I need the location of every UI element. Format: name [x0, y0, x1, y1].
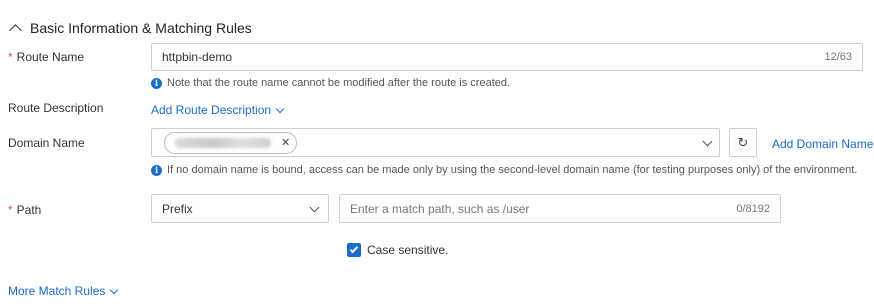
- chevron-down-icon[interactable]: [702, 136, 713, 146]
- chevron-up-icon: [9, 23, 22, 37]
- route-description-label: Route Description: [8, 101, 104, 115]
- path-input-placeholder: Enter a match path, such as /user: [350, 201, 530, 216]
- required-mark: *: [8, 203, 13, 217]
- more-match-rules-link[interactable]: More Match Rules: [8, 284, 119, 298]
- info-icon: i: [151, 77, 162, 89]
- close-icon[interactable]: ✕: [281, 136, 290, 149]
- path-match-type-select[interactable]: Prefix: [151, 194, 329, 223]
- route-name-label: * Route Name: [8, 50, 84, 64]
- domain-name-hint: i If no domain name is bound, access can…: [151, 164, 857, 176]
- route-name-hint-text: Note that the route name cannot be modif…: [167, 77, 511, 89]
- path-input[interactable]: Enter a match path, such as /user 0/8192: [339, 194, 781, 223]
- domain-name-hint-text: If no domain name is bound, access can b…: [167, 164, 858, 176]
- more-match-rules-text: More Match Rules: [8, 284, 106, 298]
- path-match-type-value: Prefix: [162, 201, 193, 216]
- domain-name-label: Domain Name: [8, 136, 85, 150]
- refresh-icon: ↻: [737, 134, 749, 150]
- route-name-counter: 12/63: [824, 51, 852, 63]
- path-label: * Path: [8, 203, 41, 217]
- route-name-value: httpbin-demo: [162, 50, 233, 64]
- chevron-down-icon: [110, 285, 119, 294]
- section-header[interactable]: Basic Information & Matching Rules: [8, 17, 252, 39]
- add-domain-name-link[interactable]: Add Domain Name: [772, 137, 873, 151]
- route-name-hint: i Note that the route name cannot be mod…: [151, 77, 510, 89]
- domain-tag[interactable]: ✕: [164, 131, 298, 154]
- refresh-button[interactable]: ↻: [729, 128, 757, 157]
- add-route-description-text: Add Route Description: [151, 103, 272, 117]
- path-label-text: Path: [16, 203, 42, 217]
- domain-name-select[interactable]: ✕: [151, 128, 720, 157]
- info-icon: i: [151, 164, 162, 176]
- chevron-down-icon: [275, 104, 285, 113]
- add-route-description-link[interactable]: Add Route Description: [151, 103, 285, 117]
- route-name-input[interactable]: httpbin-demo 12/63: [151, 43, 863, 71]
- section-title: Basic Information & Matching Rules: [30, 20, 252, 36]
- case-sensitive-checkbox[interactable]: Case sensitive.: [347, 243, 448, 257]
- chevron-down-icon: [309, 202, 320, 212]
- case-sensitive-label: Case sensitive.: [367, 243, 449, 257]
- route-name-label-text: Route Name: [16, 50, 85, 64]
- path-counter: 0/8192: [736, 202, 770, 215]
- checkbox-checked-icon[interactable]: [347, 243, 361, 257]
- domain-tag-value-redacted: [175, 137, 271, 148]
- required-mark: *: [8, 50, 13, 64]
